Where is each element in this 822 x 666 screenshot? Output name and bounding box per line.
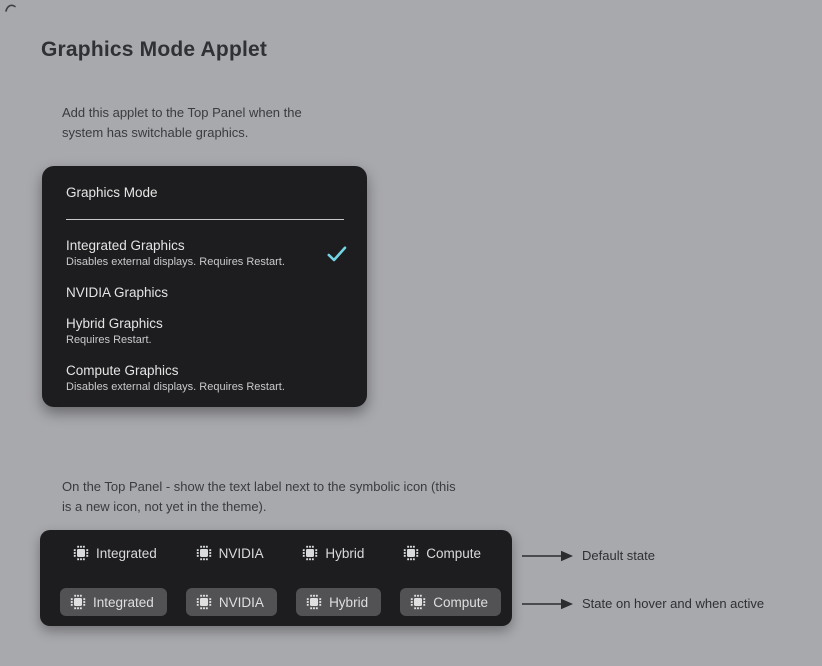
menu-item-text: Hybrid Graphics Requires Restart. — [66, 316, 163, 347]
menu-item-subtitle: Requires Restart. — [66, 334, 163, 347]
gpu-chip-icon — [403, 545, 419, 561]
note-text: On the Top Panel - show the text label n… — [62, 477, 456, 517]
menu-title: Graphics Mode — [66, 185, 347, 200]
applet-mode-label: NVIDIA — [219, 546, 264, 561]
note-line: Add this applet to the Top Panel when th… — [62, 103, 302, 123]
menu-item-compute-graphics[interactable]: Compute Graphics Disables external displ… — [66, 363, 347, 394]
note-line: On the Top Panel - show the text label n… — [62, 477, 456, 497]
gpu-chip-icon — [196, 545, 212, 561]
applet-mode-nvidia[interactable]: NVIDIA — [196, 545, 264, 561]
annotation-hover-state: State on hover and when active — [521, 596, 764, 611]
gpu-chip-icon — [196, 594, 212, 610]
menu-item-title: Hybrid Graphics — [66, 316, 163, 331]
annotation-label: State on hover and when active — [582, 596, 764, 611]
applet-mode-label: Hybrid — [329, 595, 368, 610]
applet-mode-label: Hybrid — [325, 546, 364, 561]
gpu-chip-icon — [302, 545, 318, 561]
gpu-chip-icon — [70, 594, 86, 610]
applet-mode-hybrid-hover[interactable]: Hybrid — [296, 588, 381, 616]
arrow-right-icon — [521, 597, 573, 611]
applet-mode-compute[interactable]: Compute — [403, 545, 481, 561]
applet-mode-integrated[interactable]: Integrated — [73, 545, 157, 561]
menu-item-hybrid-graphics[interactable]: Hybrid Graphics Requires Restart. — [66, 316, 347, 347]
gpu-chip-icon — [73, 545, 89, 561]
top-panel-mockup: Integrated NVIDIA Hybrid — [40, 530, 512, 626]
applet-mode-label: Integrated — [96, 546, 157, 561]
applet-mode-hybrid[interactable]: Hybrid — [302, 545, 364, 561]
applet-mode-nvidia-hover[interactable]: NVIDIA — [186, 588, 277, 616]
menu-item-integrated-graphics[interactable]: Integrated Graphics Disables external di… — [66, 238, 347, 269]
note-top-panel-label: On the Top Panel - show the text label n… — [48, 477, 456, 517]
note-text: Add this applet to the Top Panel when th… — [62, 103, 302, 143]
applet-mode-compute-hover[interactable]: Compute — [400, 588, 501, 616]
menu-item-title: NVIDIA Graphics — [66, 285, 168, 300]
applet-mode-label: Compute — [426, 546, 481, 561]
page-title: Graphics Mode Applet — [41, 38, 267, 62]
menu-item-text: Compute Graphics Disables external displ… — [66, 363, 285, 394]
applet-row-hover-active: Integrated NVIDIA Hybrid — [40, 588, 512, 616]
graphics-mode-menu: Graphics Mode Integrated Graphics Disabl… — [42, 166, 367, 407]
applet-mode-integrated-hover[interactable]: Integrated — [60, 588, 167, 616]
annotation-label: Default state — [582, 548, 655, 563]
stray-pen-mark-icon — [4, 2, 18, 14]
note-add-applet: Add this applet to the Top Panel when th… — [48, 103, 302, 143]
menu-item-subtitle: Disables external displays. Requires Res… — [66, 256, 285, 269]
annotation-default-state: Default state — [521, 548, 655, 563]
note-line: system has switchable graphics. — [62, 123, 302, 143]
menu-item-nvidia-graphics[interactable]: NVIDIA Graphics — [66, 285, 347, 300]
gpu-chip-icon — [410, 594, 426, 610]
menu-item-title: Compute Graphics — [66, 363, 285, 378]
applet-mode-label: Integrated — [93, 595, 154, 610]
arrow-right-icon — [521, 549, 573, 563]
menu-separator — [66, 219, 344, 220]
menu-item-text: NVIDIA Graphics — [66, 285, 168, 300]
applet-row-default: Integrated NVIDIA Hybrid — [40, 545, 512, 561]
check-icon — [327, 245, 347, 263]
note-line: is a new icon, not yet in the theme). — [62, 497, 456, 517]
gpu-chip-icon — [306, 594, 322, 610]
applet-mode-label: NVIDIA — [219, 595, 264, 610]
menu-item-text: Integrated Graphics Disables external di… — [66, 238, 285, 269]
menu-item-title: Integrated Graphics — [66, 238, 285, 253]
applet-mode-label: Compute — [433, 595, 488, 610]
menu-item-subtitle: Disables external displays. Requires Res… — [66, 381, 285, 394]
